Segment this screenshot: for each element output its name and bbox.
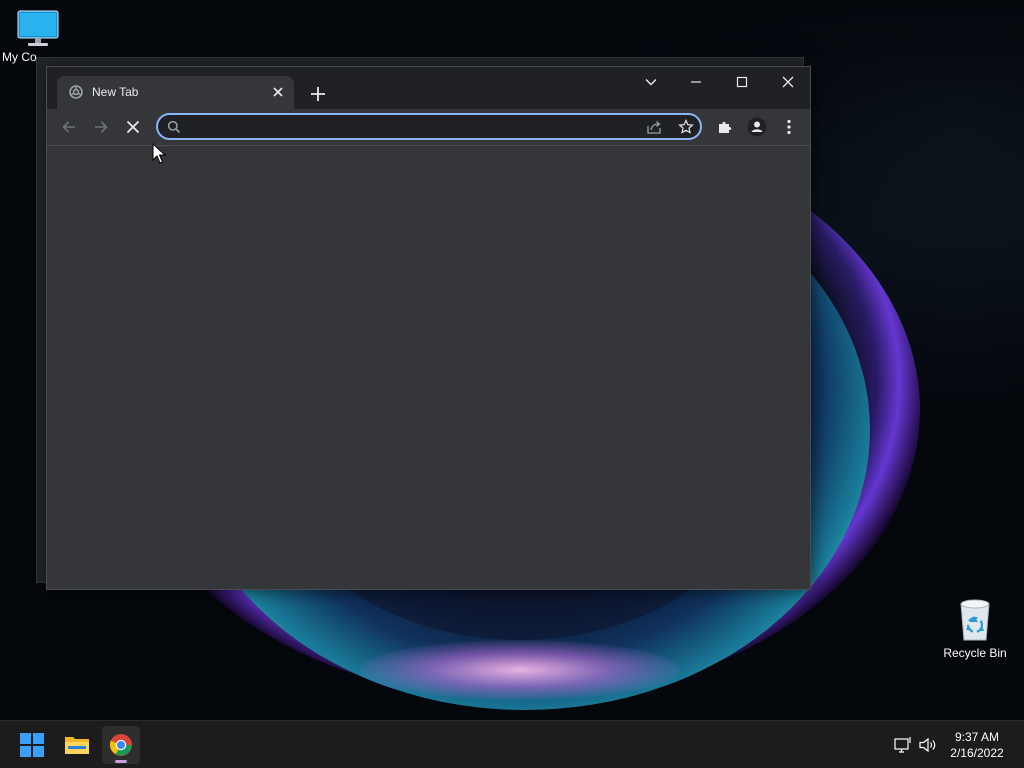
browser-menu-button[interactable] xyxy=(777,115,801,139)
close-icon xyxy=(782,76,794,88)
minimize-icon xyxy=(691,81,701,83)
desktop-icon-recycle-bin[interactable]: Recycle Bin xyxy=(940,596,1010,660)
profile-icon xyxy=(747,117,767,137)
desktop-icon-label: Recycle Bin xyxy=(943,646,1007,660)
volume-icon[interactable] xyxy=(918,735,938,755)
monitor-icon xyxy=(17,10,59,46)
recycle-bin-icon xyxy=(960,599,990,641)
tab-new-tab[interactable]: New Tab xyxy=(57,76,294,109)
back-arrow-icon xyxy=(62,121,75,133)
address-bar[interactable] xyxy=(156,113,702,140)
close-window-button[interactable] xyxy=(765,69,811,95)
address-input[interactable] xyxy=(188,117,632,138)
new-tab-button[interactable] xyxy=(306,82,330,106)
taskbar: 9:37 AM 2/16/2022 xyxy=(0,720,1024,768)
chrome-loading-icon xyxy=(69,85,83,99)
folder-icon xyxy=(65,737,89,754)
desktop-icon-my-computer[interactable]: My Co xyxy=(0,8,78,64)
tab-search-icon xyxy=(645,79,657,86)
chrome-taskbar-button[interactable] xyxy=(102,726,140,764)
tab-strip[interactable]: New Tab xyxy=(47,67,810,109)
stop-loading-icon xyxy=(126,120,140,134)
mouse-cursor-icon xyxy=(152,143,166,164)
forward-arrow-icon xyxy=(95,121,108,133)
active-app-indicator xyxy=(115,760,127,763)
maximize-button[interactable] xyxy=(719,69,765,95)
close-tab-icon[interactable] xyxy=(270,84,286,100)
tab-search-button[interactable] xyxy=(628,69,674,95)
start-button[interactable] xyxy=(13,726,51,764)
tab-title: New Tab xyxy=(92,85,139,99)
browser-toolbar xyxy=(47,109,810,145)
clock-time: 9:37 AM xyxy=(954,730,1000,744)
windows-logo-icon xyxy=(20,733,44,757)
back-button[interactable] xyxy=(57,115,81,139)
puzzle-extensions-icon xyxy=(719,121,732,133)
three-dot-menu-icon xyxy=(787,119,791,135)
search-icon xyxy=(167,120,181,134)
extensions-button[interactable] xyxy=(713,115,737,139)
maximize-icon xyxy=(736,76,748,88)
page-content[interactable] xyxy=(47,146,810,589)
forward-button[interactable] xyxy=(89,115,113,139)
stop-loading-button[interactable] xyxy=(121,115,145,139)
profile-button[interactable] xyxy=(745,115,769,139)
wallpaper-bloom-highlight xyxy=(360,640,680,700)
share-icon[interactable] xyxy=(646,119,662,135)
taskbar-clock[interactable]: 9:37 AM 2/16/2022 xyxy=(944,729,1010,761)
file-explorer-button[interactable] xyxy=(58,726,96,764)
clock-date: 2/16/2022 xyxy=(950,746,1004,760)
network-icon[interactable] xyxy=(893,735,913,755)
chrome-icon xyxy=(109,734,132,756)
minimize-button[interactable] xyxy=(673,69,719,95)
star-icon[interactable] xyxy=(678,119,694,135)
